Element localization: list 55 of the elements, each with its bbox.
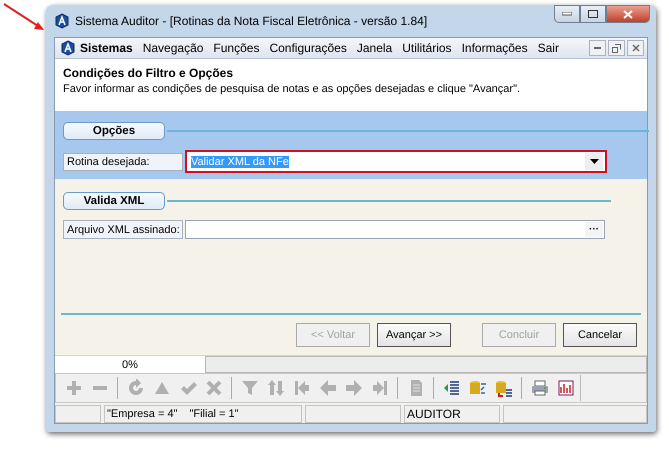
section-title: Condições do Filtro e Opções	[63, 66, 234, 80]
database-icon	[468, 379, 486, 397]
wizard-button[interactable]: Cancelar	[563, 323, 637, 347]
refresh-icon	[126, 379, 144, 397]
browse-button[interactable]: ···	[585, 222, 603, 237]
database-icon	[494, 379, 512, 397]
progress-reading: 0%	[55, 356, 205, 373]
close-icon	[632, 44, 640, 52]
wizard-button[interactable]: Avançar >>	[377, 323, 451, 347]
menu-item[interactable]: Janela	[352, 39, 398, 57]
right-arrow-icon	[344, 379, 362, 397]
menu-item[interactable]: Navegação	[138, 39, 208, 57]
field-label: Rotina desejada:	[63, 152, 183, 170]
group-header: Opções	[63, 122, 165, 140]
field-label: Arquivo XML assinado:	[63, 220, 183, 239]
maximize-icon	[588, 10, 598, 18]
printer-icon	[530, 379, 548, 397]
instructions-text: Favor informar as condições de pesquisa de notas e as opções desejadas e clique "Avançar".	[63, 83, 522, 95]
check-icon	[178, 379, 196, 397]
left-arrow-icon	[318, 379, 336, 397]
minimize-icon	[562, 12, 572, 16]
cross-icon	[204, 379, 222, 397]
menu-item[interactable]: Utilitários	[397, 39, 457, 57]
minimize-button[interactable]	[589, 40, 606, 56]
last-icon	[370, 379, 388, 397]
restore-button[interactable]	[608, 40, 625, 56]
status-text: AUDITOR	[407, 407, 461, 421]
sort-icon	[266, 379, 284, 397]
minimize-icon	[594, 46, 601, 50]
menu-item[interactable]: Informações	[456, 39, 533, 57]
close-button[interactable]	[606, 5, 650, 23]
window-title: Sistema Auditor - [Rotinas da Nota Fiscal Eletrônica - versão 1.84]	[75, 14, 428, 28]
maximize-button[interactable]	[580, 5, 606, 23]
chart-icon	[556, 379, 574, 397]
restore-icon	[612, 44, 621, 52]
app-logo-icon	[54, 13, 70, 29]
app-logo-icon	[60, 40, 76, 56]
plus-icon	[64, 379, 82, 397]
status-text: "Filial = 1"	[189, 408, 239, 420]
list-icon	[442, 379, 460, 397]
status-panel	[55, 405, 101, 423]
menu-item[interactable]: Funções	[208, 39, 264, 57]
close-icon	[623, 10, 633, 18]
filter-icon	[240, 379, 258, 397]
menu-item[interactable]: Configurações	[264, 39, 352, 57]
menu-item[interactable]: Sistemas	[58, 39, 138, 57]
menu-item[interactable]: Sair	[532, 39, 564, 57]
group-header: Valida XML	[63, 192, 165, 210]
minimize-button[interactable]	[554, 5, 580, 23]
close-button[interactable]	[627, 40, 644, 56]
arrow-icon	[2, 2, 46, 32]
minus-icon	[92, 386, 106, 390]
file-field[interactable]: ···	[185, 220, 605, 239]
first-icon	[292, 379, 310, 397]
status-text: "Empresa = 4"	[107, 408, 178, 420]
